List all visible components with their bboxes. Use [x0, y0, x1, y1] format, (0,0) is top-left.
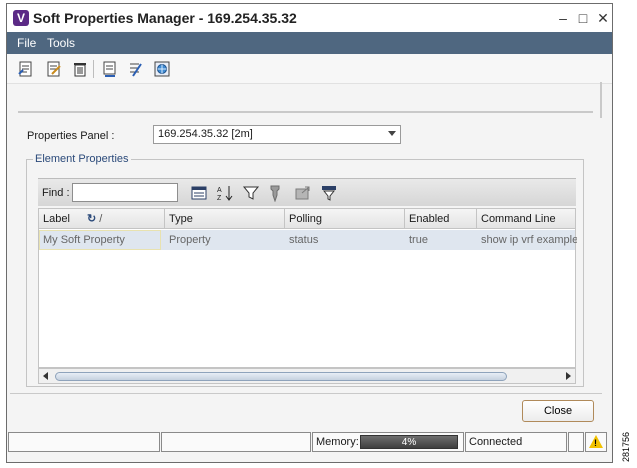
status-bar: Memory: 4% Connected !: [0, 428, 637, 460]
title-bar: V Soft Properties Manager - 169.254.35.3…: [7, 4, 612, 32]
delete-property-icon[interactable]: [71, 60, 89, 78]
toolbar: [7, 54, 612, 84]
memory-label: Memory:: [316, 436, 359, 448]
menu-tools[interactable]: Tools: [47, 36, 75, 50]
divider: [600, 82, 602, 118]
memory-bar: 4%: [360, 435, 458, 449]
svg-text:Z: Z: [217, 195, 222, 202]
properties-panel-value: 169.254.35.32 [2m]: [158, 128, 253, 140]
status-cell-3: [568, 432, 584, 452]
find-label: Find :: [42, 187, 70, 199]
horizontal-scrollbar[interactable]: [38, 368, 576, 384]
sort-cycle-icon: ↻: [86, 213, 97, 225]
filter-icon[interactable]: [242, 184, 260, 202]
toolbar-separator: [93, 60, 94, 78]
element-properties-legend: Element Properties: [33, 153, 131, 165]
element-properties-table: Label ↻ / Type Polling Enabled Command L…: [38, 208, 577, 368]
menu-file[interactable]: File: [17, 36, 36, 50]
close-button[interactable]: Close: [522, 400, 594, 422]
scrollbar-thumb[interactable]: [55, 372, 507, 381]
column-header-command-line[interactable]: Command Line: [477, 209, 577, 229]
divider: [10, 393, 602, 394]
table-row[interactable]: My Soft Property Property status true sh…: [39, 230, 577, 250]
edit-property-icon[interactable]: [45, 60, 63, 78]
menu-bar: File Tools: [7, 32, 612, 54]
cell-enabled: true: [409, 234, 428, 246]
properties-panel-select[interactable]: 169.254.35.32 [2m]: [153, 125, 401, 144]
minimize-icon[interactable]: –: [555, 10, 571, 26]
column-header-enabled[interactable]: Enabled: [405, 209, 477, 229]
web-icon[interactable]: [153, 60, 171, 78]
table-settings-icon[interactable]: [190, 184, 208, 202]
column-header-label[interactable]: Label ↻ /: [39, 209, 165, 229]
status-cell-1: [8, 432, 160, 452]
find-bar: Find : AZ: [38, 178, 576, 206]
scroll-left-icon[interactable]: [43, 372, 48, 380]
add-property-icon[interactable]: [17, 60, 35, 78]
warning-mark: !: [594, 438, 597, 448]
export-icon[interactable]: [294, 184, 312, 202]
svg-text:A: A: [217, 187, 222, 194]
find-input[interactable]: [72, 183, 178, 202]
figure-number: 281756: [621, 431, 631, 462]
cell-polling: status: [289, 234, 319, 246]
maximize-icon[interactable]: □: [575, 10, 591, 26]
connection-status: Connected: [465, 432, 567, 452]
cell-type: Property: [169, 234, 211, 246]
cell-command-line: show ip vrf example: [481, 234, 577, 246]
scroll-right-icon[interactable]: [566, 372, 571, 380]
app-icon: V: [13, 10, 29, 26]
deploy-icon[interactable]: [101, 60, 119, 78]
undeploy-icon[interactable]: [127, 60, 145, 78]
cell-label: My Soft Property: [39, 230, 161, 250]
sort-az-icon[interactable]: AZ: [216, 184, 234, 202]
clear-filter-icon[interactable]: [320, 184, 338, 202]
status-cell-2: [161, 432, 311, 452]
close-window-icon[interactable]: ✕: [595, 10, 611, 26]
chevron-down-icon: [388, 131, 396, 136]
table-header: Label ↻ / Type Polling Enabled Command L…: [39, 209, 575, 229]
window-title: Soft Properties Manager - 169.254.35.32: [33, 10, 297, 26]
column-header-polling[interactable]: Polling: [285, 209, 405, 229]
sort-direction-icon: /: [96, 213, 103, 225]
divider: [18, 111, 593, 113]
pin-icon[interactable]: [266, 184, 284, 202]
column-header-type[interactable]: Type: [165, 209, 285, 229]
properties-panel-label: Properties Panel :: [27, 130, 115, 142]
